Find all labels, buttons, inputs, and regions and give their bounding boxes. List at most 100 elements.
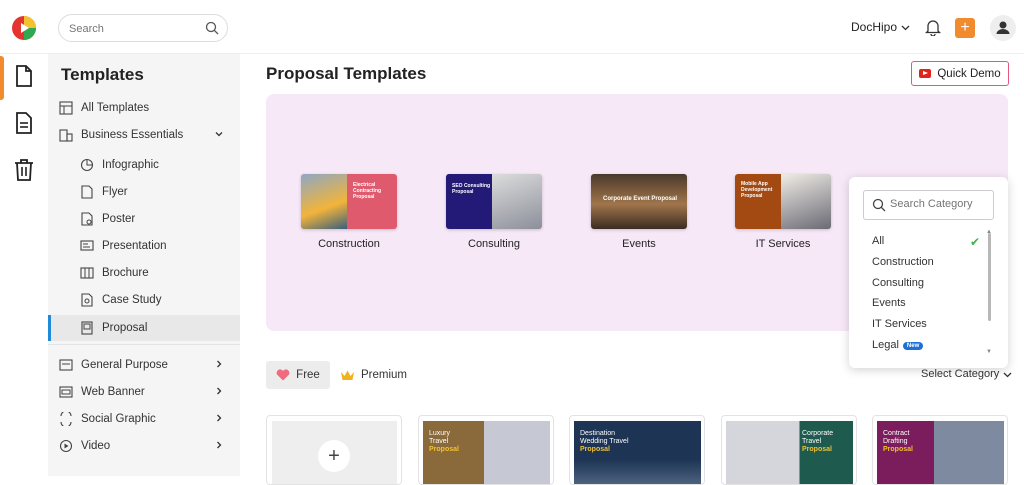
category-card-consulting[interactable]: SEO Consulting Proposal Consulting — [446, 174, 542, 250]
template-thumbnail — [726, 421, 853, 484]
create-blank-card[interactable]: + — [266, 415, 402, 485]
sidebar-item-label: General Purpose — [81, 359, 168, 371]
category-option-events[interactable]: Events — [872, 297, 906, 309]
sidebar-item-label: Web Banner — [81, 386, 145, 398]
select-category-label: Select Category — [921, 368, 1000, 380]
heart-icon — [276, 369, 290, 381]
template-card[interactable]: Contract Drafting Proposal — [872, 415, 1008, 485]
video-play-icon — [59, 439, 73, 453]
sidebar-item-label: Presentation — [102, 240, 167, 252]
sidebar-item-web-banner[interactable]: Web Banner — [48, 379, 240, 405]
left-rail — [0, 54, 48, 476]
category-option-construction[interactable]: Construction — [872, 256, 934, 268]
chevron-down-icon — [1003, 372, 1012, 377]
category-label: IT Services — [755, 238, 811, 250]
thumbnail-text: Corporate Event Proposal — [603, 196, 678, 202]
check-icon: ✔ — [970, 235, 981, 249]
workspace-dropdown[interactable]: DocHipo — [851, 20, 910, 34]
thumbnail-text: Electrical Contracting Proposal — [353, 182, 382, 200]
user-menu-button[interactable] — [990, 15, 1016, 41]
web-banner-icon — [59, 386, 73, 398]
workspace-name: DocHipo — [851, 20, 898, 34]
category-dropdown-menu: All ✔ Construction Consulting Events IT … — [849, 177, 1008, 368]
flyer-icon — [81, 185, 93, 199]
category-thumbnail: SEO Consulting Proposal — [446, 174, 542, 229]
sidebar-item-case-study[interactable]: Case Study — [48, 287, 240, 313]
template-card[interactable]: Corporate Travel Proposal — [721, 415, 857, 485]
search-input[interactable] — [69, 20, 199, 38]
sidebar-item-label: Business Essentials — [81, 129, 184, 141]
sidebar-item-label: All Templates — [81, 102, 150, 114]
thumbnail-text: Mobile App Development Proposal — [741, 181, 773, 199]
premium-label: Premium — [361, 369, 408, 381]
dochipo-logo[interactable] — [11, 15, 37, 41]
category-option-legal[interactable]: Legal New — [872, 339, 924, 351]
category-option-all[interactable]: All — [872, 235, 884, 247]
sidebar-item-poster[interactable]: Poster — [48, 206, 240, 232]
sidebar-item-label: Infographic — [102, 159, 159, 171]
new-badge: New — [902, 342, 924, 350]
brochure-icon — [80, 267, 94, 279]
sidebar-item-label: Brochure — [102, 267, 149, 279]
search-icon[interactable] — [205, 21, 219, 35]
sidebar-item-general-purpose[interactable]: General Purpose — [48, 352, 240, 378]
select-category-dropdown[interactable]: Select Category — [921, 368, 1012, 380]
create-button[interactable]: + — [955, 18, 975, 38]
category-label: Construction — [318, 238, 380, 250]
category-card-events[interactable]: Corporate Event Proposal Events — [591, 174, 687, 250]
trash-icon[interactable] — [12, 158, 36, 182]
category-card-construction[interactable]: Electrical Contracting Proposal Construc… — [301, 174, 397, 250]
search-icon — [872, 198, 886, 212]
presentation-icon — [80, 240, 94, 251]
general-purpose-icon — [59, 359, 73, 371]
case-study-icon — [81, 293, 93, 307]
chevron-down-icon — [901, 25, 910, 30]
scroll-down-arrow[interactable]: ▼ — [986, 349, 992, 355]
template-title: Destination Wedding Travel Proposal — [580, 430, 629, 453]
category-option-it-services[interactable]: IT Services — [872, 318, 927, 330]
my-documents-icon[interactable] — [12, 111, 36, 135]
sidebar-item-video[interactable]: Video — [48, 433, 240, 459]
sidebar-item-all-templates[interactable]: All Templates — [48, 95, 240, 121]
category-search-box[interactable] — [863, 190, 994, 220]
category-thumbnail: Electrical Contracting Proposal — [301, 174, 397, 229]
building-icon — [59, 129, 73, 142]
pie-chart-icon — [80, 158, 94, 172]
sidebar-item-social-graphic[interactable]: Social Graphic — [48, 406, 240, 432]
template-card[interactable]: Luxury Travel Proposal — [418, 415, 554, 485]
template-card[interactable]: Destination Wedding Travel Proposal — [569, 415, 705, 485]
bell-icon[interactable] — [925, 18, 941, 36]
user-icon — [996, 21, 1010, 34]
top-bar: DocHipo + — [0, 0, 1024, 54]
chevron-right-icon — [217, 387, 222, 395]
templates-document-icon[interactable] — [12, 64, 36, 88]
sidebar-item-proposal[interactable]: Proposal — [48, 315, 240, 341]
proposal-icon — [81, 321, 93, 335]
quick-demo-button[interactable]: Quick Demo — [911, 61, 1009, 86]
sidebar-item-business-essentials[interactable]: Business Essentials — [48, 122, 240, 148]
sidebar-item-infographic[interactable]: Infographic — [48, 152, 240, 178]
category-label: Events — [622, 238, 656, 250]
premium-filter-button[interactable]: Premium — [340, 361, 407, 389]
sidebar-divider — [48, 344, 240, 345]
free-filter-button[interactable]: Free — [266, 361, 330, 389]
sidebar-title: Templates — [61, 65, 144, 84]
poster-icon — [81, 212, 93, 226]
chevron-down-icon — [215, 132, 223, 137]
chevron-right-icon — [217, 441, 222, 449]
sidebar-item-label: Video — [81, 440, 111, 452]
quick-demo-label: Quick Demo — [937, 67, 1001, 80]
category-card-it-services[interactable]: Mobile App Development Proposal IT Servi… — [735, 174, 831, 250]
category-search-input[interactable] — [890, 198, 990, 210]
sidebar-item-label: Case Study — [102, 294, 162, 306]
sidebar-item-flyer[interactable]: Flyer — [48, 179, 240, 205]
social-graphic-icon — [60, 412, 72, 426]
template-title: Corporate Travel Proposal — [802, 430, 834, 453]
category-option-consulting[interactable]: Consulting — [872, 277, 924, 289]
sidebar-item-brochure[interactable]: Brochure — [48, 260, 240, 286]
sidebar-item-presentation[interactable]: Presentation — [48, 233, 240, 259]
search-box[interactable] — [58, 14, 228, 42]
crown-icon — [341, 370, 354, 380]
sidebar-item-label: Proposal — [102, 322, 148, 334]
dropdown-scrollbar[interactable] — [988, 233, 991, 321]
